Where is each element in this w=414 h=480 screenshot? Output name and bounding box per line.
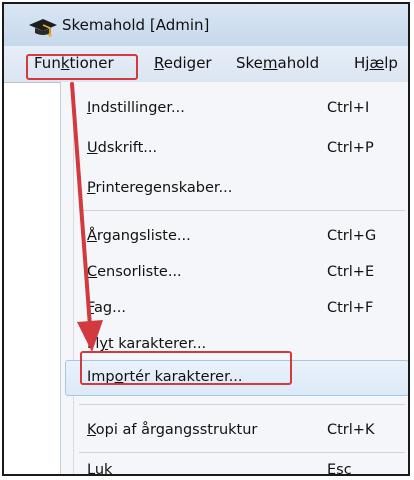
menu-item-shortcut: Ctrl+E (327, 264, 375, 280)
menu-rediger[interactable]: Rediger (154, 54, 212, 72)
menu-item-label: Indstillinger... (87, 100, 185, 116)
menu-item-kopi-af-argangsstruktur[interactable]: Kopi af årgangsstruktur Ctrl+K (61, 416, 408, 446)
funktioner-dropdown-menu: Indstillinger... Ctrl+I Udskrift... Ctrl… (60, 82, 408, 476)
menu-item-label: Årgangsliste... (87, 228, 191, 244)
menu-item-shortcut: Ctrl+K (327, 422, 375, 438)
menu-item-shortcut: Ctrl+I (327, 100, 370, 116)
title-bar: Skemahold [Admin] (4, 4, 408, 46)
menu-item-shortcut: Esc (327, 462, 352, 476)
menu-separator (79, 404, 405, 405)
menu-item-indstillinger[interactable]: Indstillinger... Ctrl+I (61, 94, 408, 124)
menu-item-label: Printeregenskaber... (87, 180, 233, 196)
menu-item-shortcut: Ctrl+P (327, 140, 374, 156)
menu-item-label: Flyt karakterer... (87, 336, 207, 352)
funktioner-highlight-box (26, 54, 138, 80)
menu-item-label: Kopi af årgangsstruktur (87, 422, 258, 438)
importer-highlight-box (80, 351, 292, 385)
menu-hjaelp[interactable]: Hjælp (354, 54, 398, 72)
window-title: Skemahold [Admin] (62, 16, 210, 34)
menu-separator (79, 210, 405, 211)
menu-item-udskrift[interactable]: Udskrift... Ctrl+P (61, 134, 408, 164)
hat-icon (29, 19, 57, 37)
menu-item-luk[interactable]: Luk Esc (61, 456, 408, 476)
menu-item-label: Luk (87, 462, 113, 476)
menu-item-printeregenskaber[interactable]: Printeregenskaber... (61, 174, 408, 204)
menu-item-shortcut: Ctrl+G (327, 228, 377, 244)
menu-item-label: Fag... (87, 300, 126, 316)
menu-separator (79, 452, 405, 453)
menu-item-label: Censorliste... (87, 264, 182, 280)
screenshot-frame: Skemahold [Admin] Funktioner Rediger Ske… (2, 2, 410, 476)
menu-item-label: Udskrift... (87, 140, 158, 156)
menu-skemahold[interactable]: Skemahold (236, 54, 319, 72)
menu-item-censorliste[interactable]: Censorliste... Ctrl+E (61, 258, 408, 288)
menu-item-fag[interactable]: Fag... Ctrl+F (61, 294, 408, 324)
menu-item-shortcut: Ctrl+F (327, 300, 374, 316)
menu-item-argangsliste[interactable]: Årgangsliste... Ctrl+G (61, 222, 408, 252)
